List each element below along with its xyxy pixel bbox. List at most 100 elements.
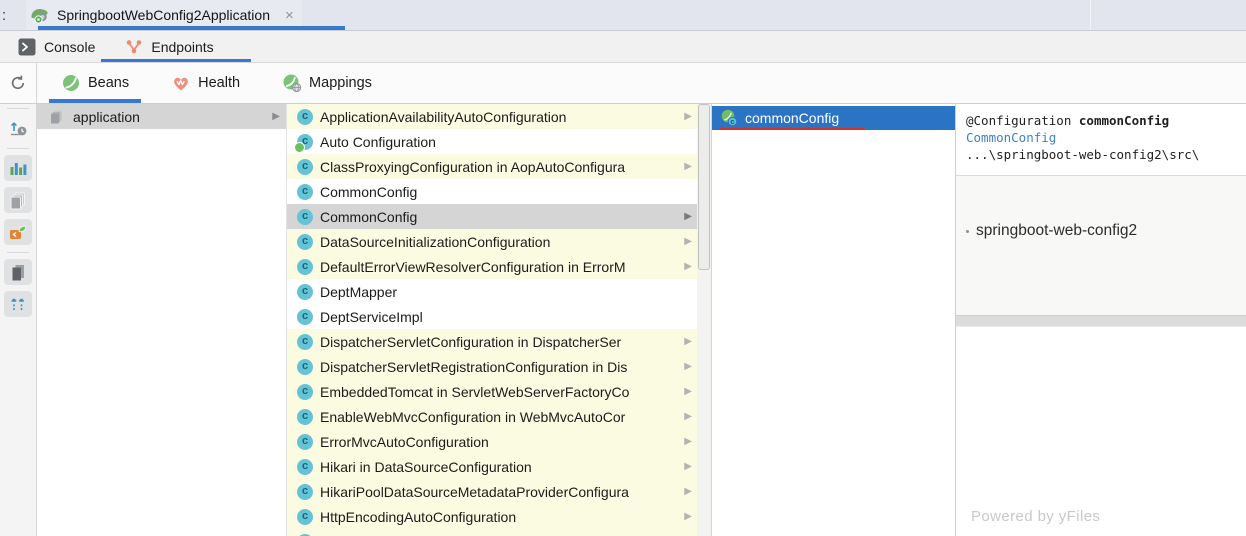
bean-list-item[interactable]: c DataSourceInitializationConfiguration …	[287, 229, 697, 254]
chevron-right-icon: ▶	[684, 386, 692, 397]
run-tab-bar: : SpringbootWebConfig2Application ×	[0, 0, 1246, 31]
bean-list-scrollbar	[697, 104, 712, 536]
config-class-icon: c	[297, 484, 313, 500]
bean-list-item[interactable]: c Hikari in DataSourceConfiguration ▶	[287, 454, 697, 479]
tab-beans[interactable]: Beans	[48, 63, 142, 103]
mappings-globe-leaf-icon	[282, 73, 302, 93]
toolbar-separator	[7, 252, 29, 253]
endpoint-view-tab-bar: Beans Health Mappings	[0, 63, 1246, 104]
tree-root-label: application	[73, 109, 140, 125]
bean-list-item[interactable]: c CommonConfig	[287, 179, 697, 204]
annotation-text: @Configuration	[966, 113, 1071, 128]
selected-bean-label: commonConfig	[745, 110, 839, 126]
left-toolbar	[0, 104, 37, 536]
bean-label: CommonConfig	[320, 209, 431, 225]
chevron-right-icon: ▶	[684, 111, 692, 122]
refresh-button[interactable]	[0, 63, 37, 103]
bean-list-item[interactable]: c HikariPoolDataSourceMetadataProviderCo…	[287, 479, 697, 504]
bean-list-item[interactable]: c DefaultErrorViewResolverConfiguration …	[287, 254, 697, 279]
bean-declaration-line: @Configuration commonConfig	[966, 112, 1246, 129]
horizontal-splitter[interactable]	[956, 315, 1246, 327]
beans-leaf-icon	[61, 73, 81, 93]
toolbar-separator	[7, 108, 29, 109]
bean-name: commonConfig	[1079, 113, 1169, 128]
bean-label: DeptMapper	[320, 284, 411, 300]
config-class-icon: c	[297, 409, 313, 425]
bean-list-item[interactable]: c ErrorMvcAutoConfiguration ▶	[287, 429, 697, 454]
tab-health[interactable]: Health	[158, 63, 253, 103]
config-class-icon: c	[297, 184, 313, 200]
bean-list-item[interactable]: c DeptServiceImpl	[287, 304, 697, 329]
config-class-icon: c	[297, 234, 313, 250]
bean-list-item[interactable]: c DispatcherServletConfiguration in Disp…	[287, 329, 697, 354]
tab-bar-divider	[1090, 0, 1091, 30]
svg-text:c: c	[730, 117, 734, 126]
graph-node[interactable]: springboot-web-config2	[966, 222, 1137, 240]
chevron-right-icon: ▶	[684, 161, 692, 172]
class-link[interactable]: CommonConfig	[966, 129, 1246, 146]
bean-label: Hikari in DataSourceConfiguration	[320, 459, 546, 475]
close-icon[interactable]: ×	[285, 7, 294, 24]
config-class-icon: c	[297, 284, 313, 300]
endpoints-tab[interactable]: Endpoints	[125, 31, 213, 62]
bean-list-item[interactable]: c DeptMapper	[287, 279, 697, 304]
graph-edge-dot	[966, 230, 969, 233]
layers-button[interactable]	[4, 187, 32, 213]
context-tree-panel: application ▶	[37, 104, 287, 536]
bean-label: HttpEncodingAutoConfiguration	[320, 509, 530, 525]
bean-list-item[interactable]: c CommonConfig ▶	[287, 204, 697, 229]
bean-label: DeptServiceImpl	[320, 309, 437, 325]
health-tab-label: Health	[198, 75, 240, 91]
bean-label: ErrorMvcAutoConfiguration	[320, 434, 503, 450]
bean-list-item[interactable]: c	[287, 529, 697, 536]
console-icon	[18, 38, 36, 56]
chevron-right-icon: ▶	[684, 361, 692, 372]
console-tab-label: Console	[44, 39, 95, 55]
chevron-right-icon: ▶	[684, 236, 692, 247]
bean-details: @Configuration commonConfig CommonConfig…	[956, 104, 1246, 176]
bean-list-item[interactable]: c HttpEncodingAutoConfiguration ▶	[287, 504, 697, 529]
bean-label: EmbeddedTomcat in ServletWebServerFactor…	[320, 384, 643, 400]
bean-list-item[interactable]: c ApplicationAvailabilityAutoConfigurati…	[287, 104, 697, 129]
config-class-icon: c	[297, 384, 313, 400]
spring-config-button[interactable]	[4, 219, 32, 245]
chevron-right-icon: ▶	[684, 461, 692, 472]
refresh-icon	[9, 74, 27, 92]
bean-label: ApplicationAvailabilityAutoConfiguration	[320, 109, 580, 125]
yfiles-watermark: Powered by yFiles	[971, 508, 1100, 525]
update-running-application-button[interactable]	[4, 115, 32, 141]
config-class-icon: c	[297, 159, 313, 175]
leaf-overlay-icon	[294, 142, 305, 153]
source-path: ...\springboot-web-config2\src\	[966, 146, 1246, 163]
selected-bean-row[interactable]: c commonConfig	[712, 106, 955, 130]
bean-label: EnableWebMvcConfiguration in WebMvcAutoC…	[320, 409, 639, 425]
tab-mappings[interactable]: Mappings	[269, 63, 385, 103]
console-tab[interactable]: Console	[18, 31, 95, 62]
expand-arrows-icon	[8, 294, 28, 314]
bar-chart-button[interactable]	[4, 155, 32, 181]
bean-list-item[interactable]: c DispatcherServletRegistrationConfigura…	[287, 354, 697, 379]
scrollbar-thumb[interactable]	[698, 104, 710, 270]
config-class-icon: c	[297, 459, 313, 475]
bean-graph: springboot-web-config2	[956, 176, 1246, 315]
endpoints-icon	[125, 38, 143, 56]
bean-label: DispatcherServletConfiguration in Dispat…	[320, 334, 635, 350]
tree-root-row[interactable]: application ▶	[37, 104, 286, 129]
config-class-icon: c	[297, 259, 313, 275]
bean-list-item[interactable]: c EmbeddedTomcat in ServletWebServerFact…	[287, 379, 697, 404]
bar-chart-icon	[8, 158, 28, 178]
bean-list-item[interactable]: c EnableWebMvcConfiguration in WebMvcAut…	[287, 404, 697, 429]
bean-list-item[interactable]: c ClassProxyingConfiguration in AopAutoC…	[287, 154, 697, 179]
endpoints-tab-underline	[101, 59, 251, 62]
bean-list-item[interactable]: c Auto Configuration	[287, 129, 697, 154]
main-area: application ▶ c ApplicationAvailabilityA…	[0, 104, 1246, 536]
application-layers-icon	[48, 108, 66, 126]
error-underline	[719, 128, 865, 130]
run-tab-title: SpringbootWebConfig2Application	[57, 7, 270, 23]
config-bean-leaf-icon: c	[720, 109, 738, 127]
chevron-right-icon: ▶	[684, 436, 692, 447]
document-button[interactable]	[4, 259, 32, 285]
window-gutter: :	[0, 7, 26, 24]
expand-arrows-button[interactable]	[4, 291, 32, 317]
config-class-icon: c	[297, 434, 313, 450]
